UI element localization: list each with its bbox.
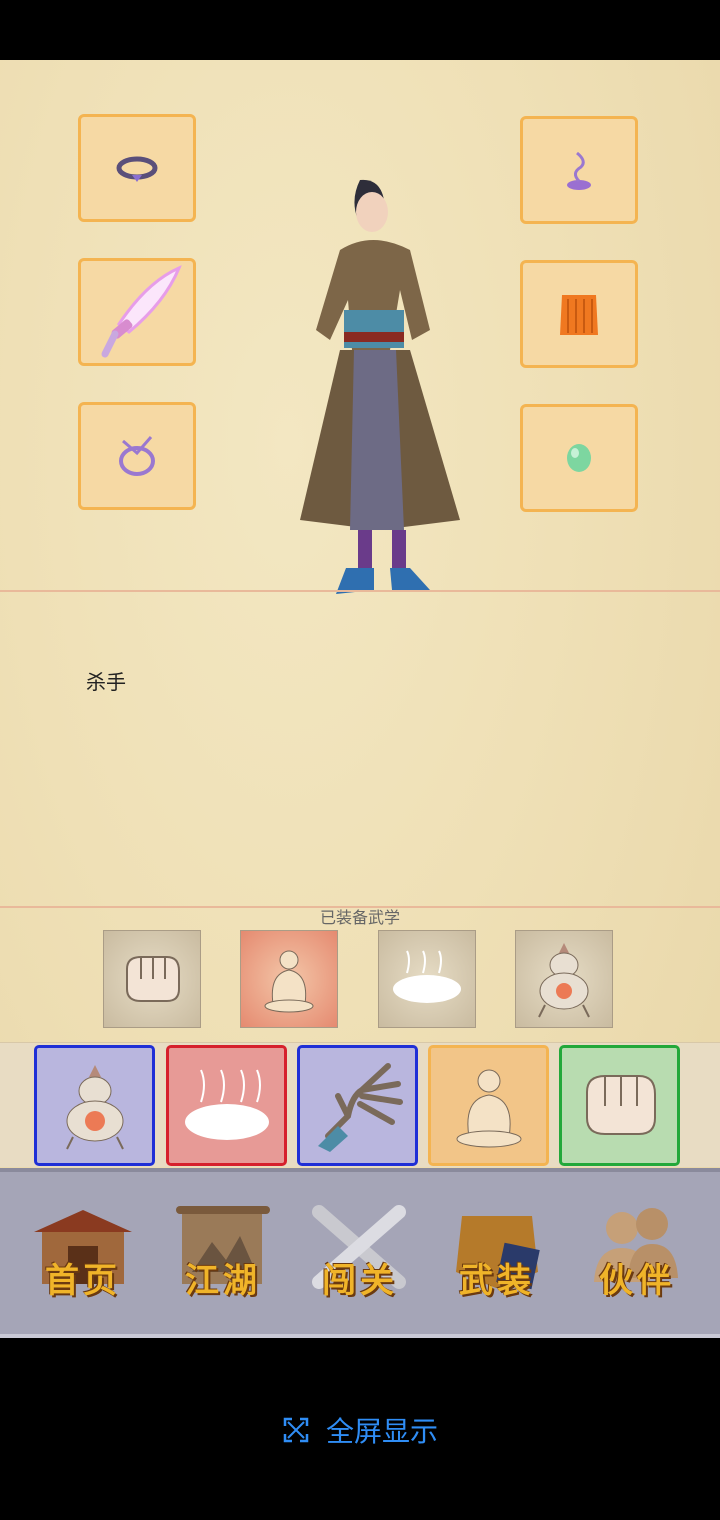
- jade-icon: [567, 444, 591, 472]
- nav-home-label: 首页: [45, 1261, 121, 1301]
- equipped-skill-mist[interactable]: [378, 930, 476, 1028]
- mist-icon: [184, 1069, 269, 1140]
- equip-slot-jade[interactable]: [520, 404, 638, 512]
- meditation-icon: [456, 1069, 521, 1147]
- pool-skill-palm[interactable]: [297, 1045, 418, 1166]
- equip-slot-ring[interactable]: [78, 114, 196, 222]
- nav-armory-label: 武装: [459, 1261, 535, 1301]
- robe-icon: [560, 295, 598, 335]
- equipped-skills-title: 已装备武学: [319, 908, 400, 927]
- nav-partner-label: 伙伴: [599, 1261, 675, 1301]
- furnace-icon: [538, 943, 590, 1018]
- equip-slot-accessory[interactable]: [78, 402, 196, 510]
- role-name: 杀手: [86, 670, 126, 694]
- fullscreen-button[interactable]: 全屏显示: [0, 1410, 720, 1450]
- mist-icon: [393, 950, 461, 1003]
- equipped-skill-fist[interactable]: [103, 930, 201, 1028]
- skill-pool: [0, 1042, 720, 1167]
- palm-icon: [317, 1062, 403, 1152]
- fullscreen-label: 全屏显示: [325, 1415, 438, 1448]
- nav-partner-button[interactable]: 伙伴: [582, 1202, 692, 1302]
- fist-icon: [126, 956, 180, 1002]
- equipped-skill-meditation[interactable]: [240, 930, 338, 1028]
- nav-challenge-label: 闯关: [322, 1261, 398, 1301]
- fist-icon: [585, 1074, 656, 1135]
- equipped-skill-furnace[interactable]: [515, 930, 613, 1028]
- nav-armory-button[interactable]: 武装: [442, 1202, 552, 1302]
- furnace-icon: [65, 1064, 124, 1149]
- pool-skill-mist[interactable]: [166, 1045, 287, 1166]
- pool-skill-furnace[interactable]: [34, 1045, 155, 1166]
- equip-slot-robe[interactable]: [520, 260, 638, 368]
- pool-skill-fist[interactable]: [559, 1045, 680, 1166]
- equip-slot-weapon[interactable]: [78, 258, 196, 366]
- pool-skill-meditation[interactable]: [428, 1045, 549, 1166]
- sword-icon: [101, 265, 182, 358]
- fullscreen-icon: [283, 1417, 309, 1443]
- bottom-navbar: 首页 江湖 闯关 武装 伙伴: [0, 1168, 720, 1338]
- nav-jianghu-label: 江湖: [185, 1261, 261, 1301]
- nav-jianghu-button[interactable]: 江湖: [168, 1202, 278, 1302]
- bracelet-icon: [119, 436, 155, 476]
- nav-challenge-button[interactable]: 闯关: [305, 1202, 415, 1302]
- incense-icon: [567, 151, 591, 190]
- hero-character: [300, 179, 460, 594]
- divider-top: [0, 590, 720, 592]
- equip-slot-incense[interactable]: [520, 116, 638, 224]
- nav-home-button[interactable]: 首页: [28, 1202, 138, 1302]
- meditation-icon: [264, 950, 314, 1013]
- ring-icon: [116, 156, 158, 182]
